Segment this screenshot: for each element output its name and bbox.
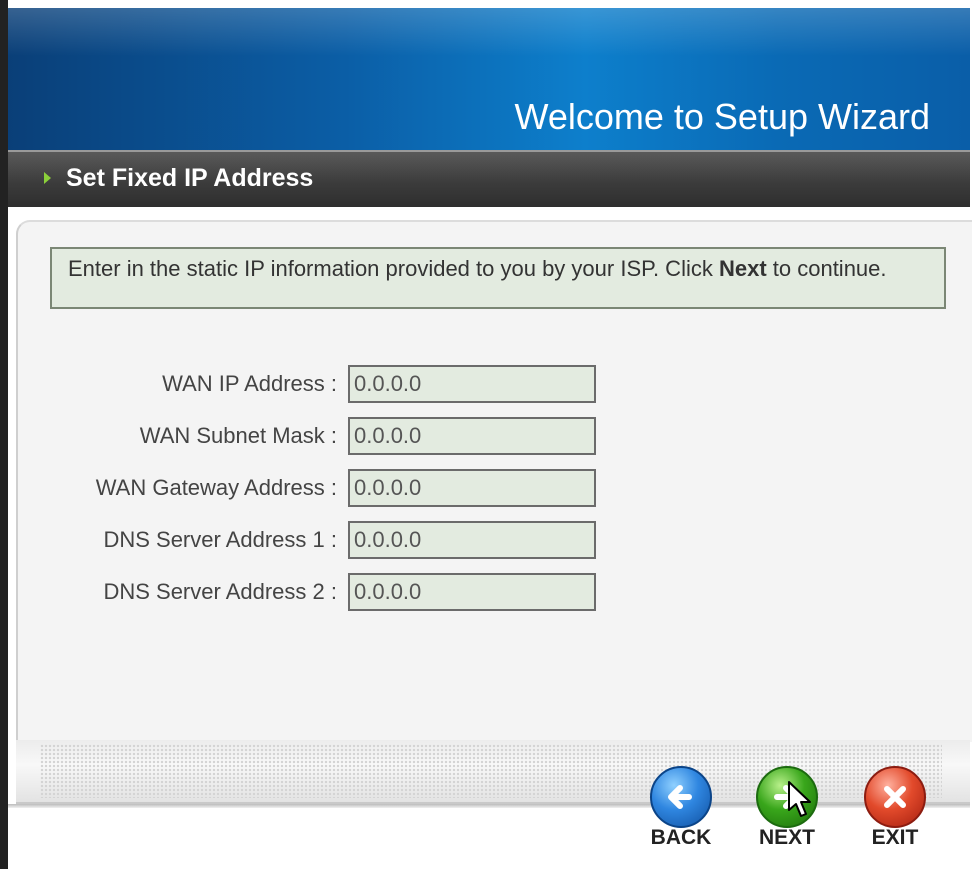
page-title: Welcome to Setup Wizard — [514, 96, 931, 137]
form-row-wan-ip: WAN IP Address : — [0, 365, 973, 405]
wan-gateway-input[interactable] — [348, 469, 596, 507]
form-row-dns1: DNS Server Address 1 : — [0, 521, 973, 561]
section-title: Set Fixed IP Address — [66, 164, 314, 192]
wan-gateway-label: WAN Gateway Address : — [95, 475, 337, 500]
mouse-pointer-icon — [788, 781, 811, 817]
back-arrow-icon — [650, 766, 712, 828]
instruction-text-after: to continue. — [766, 256, 887, 281]
wan-ip-label: WAN IP Address : — [162, 371, 337, 396]
form-row-wan-subnet: WAN Subnet Mask : — [0, 417, 973, 457]
form-row-dns2: DNS Server Address 2 : — [0, 573, 973, 613]
arrow-right-icon — [44, 172, 51, 184]
wan-subnet-mask-input[interactable] — [348, 417, 596, 455]
instruction-box: Enter in the static IP information provi… — [50, 247, 946, 309]
wan-subnet-mask-label: WAN Subnet Mask : — [139, 423, 337, 448]
close-icon — [864, 766, 926, 828]
form-row-wan-gateway: WAN Gateway Address : — [0, 469, 973, 509]
back-button-label: BACK — [650, 826, 712, 849]
dns-server-2-input[interactable] — [348, 573, 596, 611]
wan-ip-input[interactable] — [348, 365, 596, 403]
dns-server-1-label: DNS Server Address 1 : — [103, 527, 337, 552]
instruction-text-before: Enter in the static IP information provi… — [68, 256, 719, 281]
wizard-header: Welcome to Setup Wizard — [8, 8, 970, 150]
dns-server-2-label: DNS Server Address 2 : — [103, 579, 337, 604]
wizard-window: Welcome to Setup Wizard Set Fixed IP Add… — [0, 0, 973, 869]
dns-server-1-input[interactable] — [348, 521, 596, 559]
next-button-label: NEXT — [758, 826, 815, 849]
instruction-text-bold: Next — [718, 256, 767, 281]
exit-button[interactable]: EXIT — [852, 766, 938, 856]
exit-button-label: EXIT — [871, 826, 919, 849]
section-title-bar: Set Fixed IP Address — [8, 150, 970, 207]
back-button[interactable]: BACK — [638, 766, 724, 856]
